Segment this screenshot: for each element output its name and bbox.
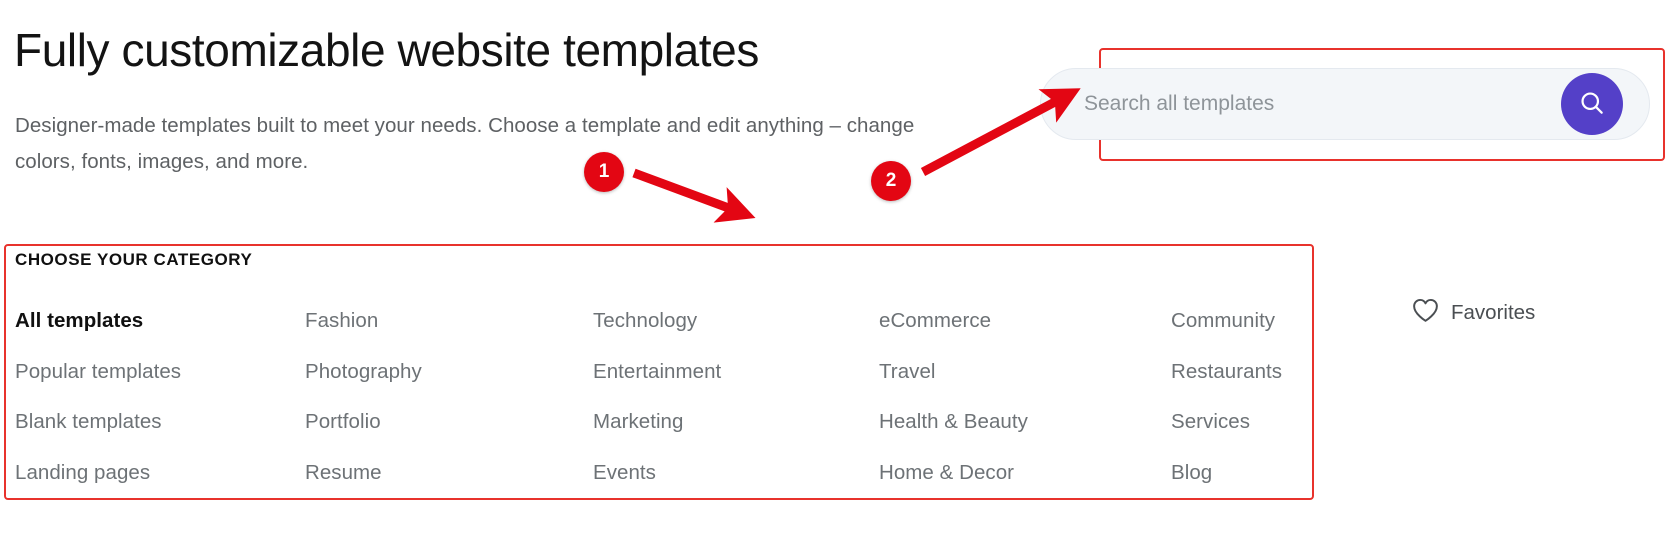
category-item-marketing[interactable]: Marketing xyxy=(593,397,879,448)
category-item-popular-templates[interactable]: Popular templates xyxy=(15,347,305,398)
annotation-marker-1: 1 xyxy=(584,152,624,192)
category-item-photography[interactable]: Photography xyxy=(305,347,593,398)
category-item-landing-pages[interactable]: Landing pages xyxy=(15,448,305,499)
category-heading: CHOOSE YOUR CATEGORY xyxy=(15,250,253,269)
category-item-blog[interactable]: Blog xyxy=(1171,448,1351,499)
category-item-fashion[interactable]: Fashion xyxy=(305,296,593,347)
category-item-entertainment[interactable]: Entertainment xyxy=(593,347,879,398)
search-icon xyxy=(1578,89,1606,120)
category-item-all-templates[interactable]: All templates xyxy=(15,296,305,347)
heart-outline-icon xyxy=(1412,298,1439,328)
category-item-events[interactable]: Events xyxy=(593,448,879,499)
category-item-resume[interactable]: Resume xyxy=(305,448,593,499)
favorites-link[interactable]: Favorites xyxy=(1412,298,1535,328)
category-grid: All templates Fashion Technology eCommer… xyxy=(15,296,1305,498)
category-item-technology[interactable]: Technology xyxy=(593,296,879,347)
search-input[interactable] xyxy=(1084,68,1464,140)
category-item-travel[interactable]: Travel xyxy=(879,347,1171,398)
category-item-portfolio[interactable]: Portfolio xyxy=(305,397,593,448)
category-item-restaurants[interactable]: Restaurants xyxy=(1171,347,1351,398)
annotation-marker-2: 2 xyxy=(871,161,911,201)
search-submit-button[interactable] xyxy=(1561,73,1623,135)
category-item-services[interactable]: Services xyxy=(1171,397,1351,448)
category-item-blank-templates[interactable]: Blank templates xyxy=(15,397,305,448)
page-subtitle: Designer-made templates built to meet yo… xyxy=(15,114,915,173)
category-item-health-and-beauty[interactable]: Health & Beauty xyxy=(879,397,1171,448)
category-item-ecommerce[interactable]: eCommerce xyxy=(879,296,1171,347)
page-title: Fully customizable website templates xyxy=(14,24,759,76)
category-item-home-and-decor[interactable]: Home & Decor xyxy=(879,448,1171,499)
category-item-community[interactable]: Community xyxy=(1171,296,1351,347)
favorites-label: Favorites xyxy=(1451,301,1536,324)
